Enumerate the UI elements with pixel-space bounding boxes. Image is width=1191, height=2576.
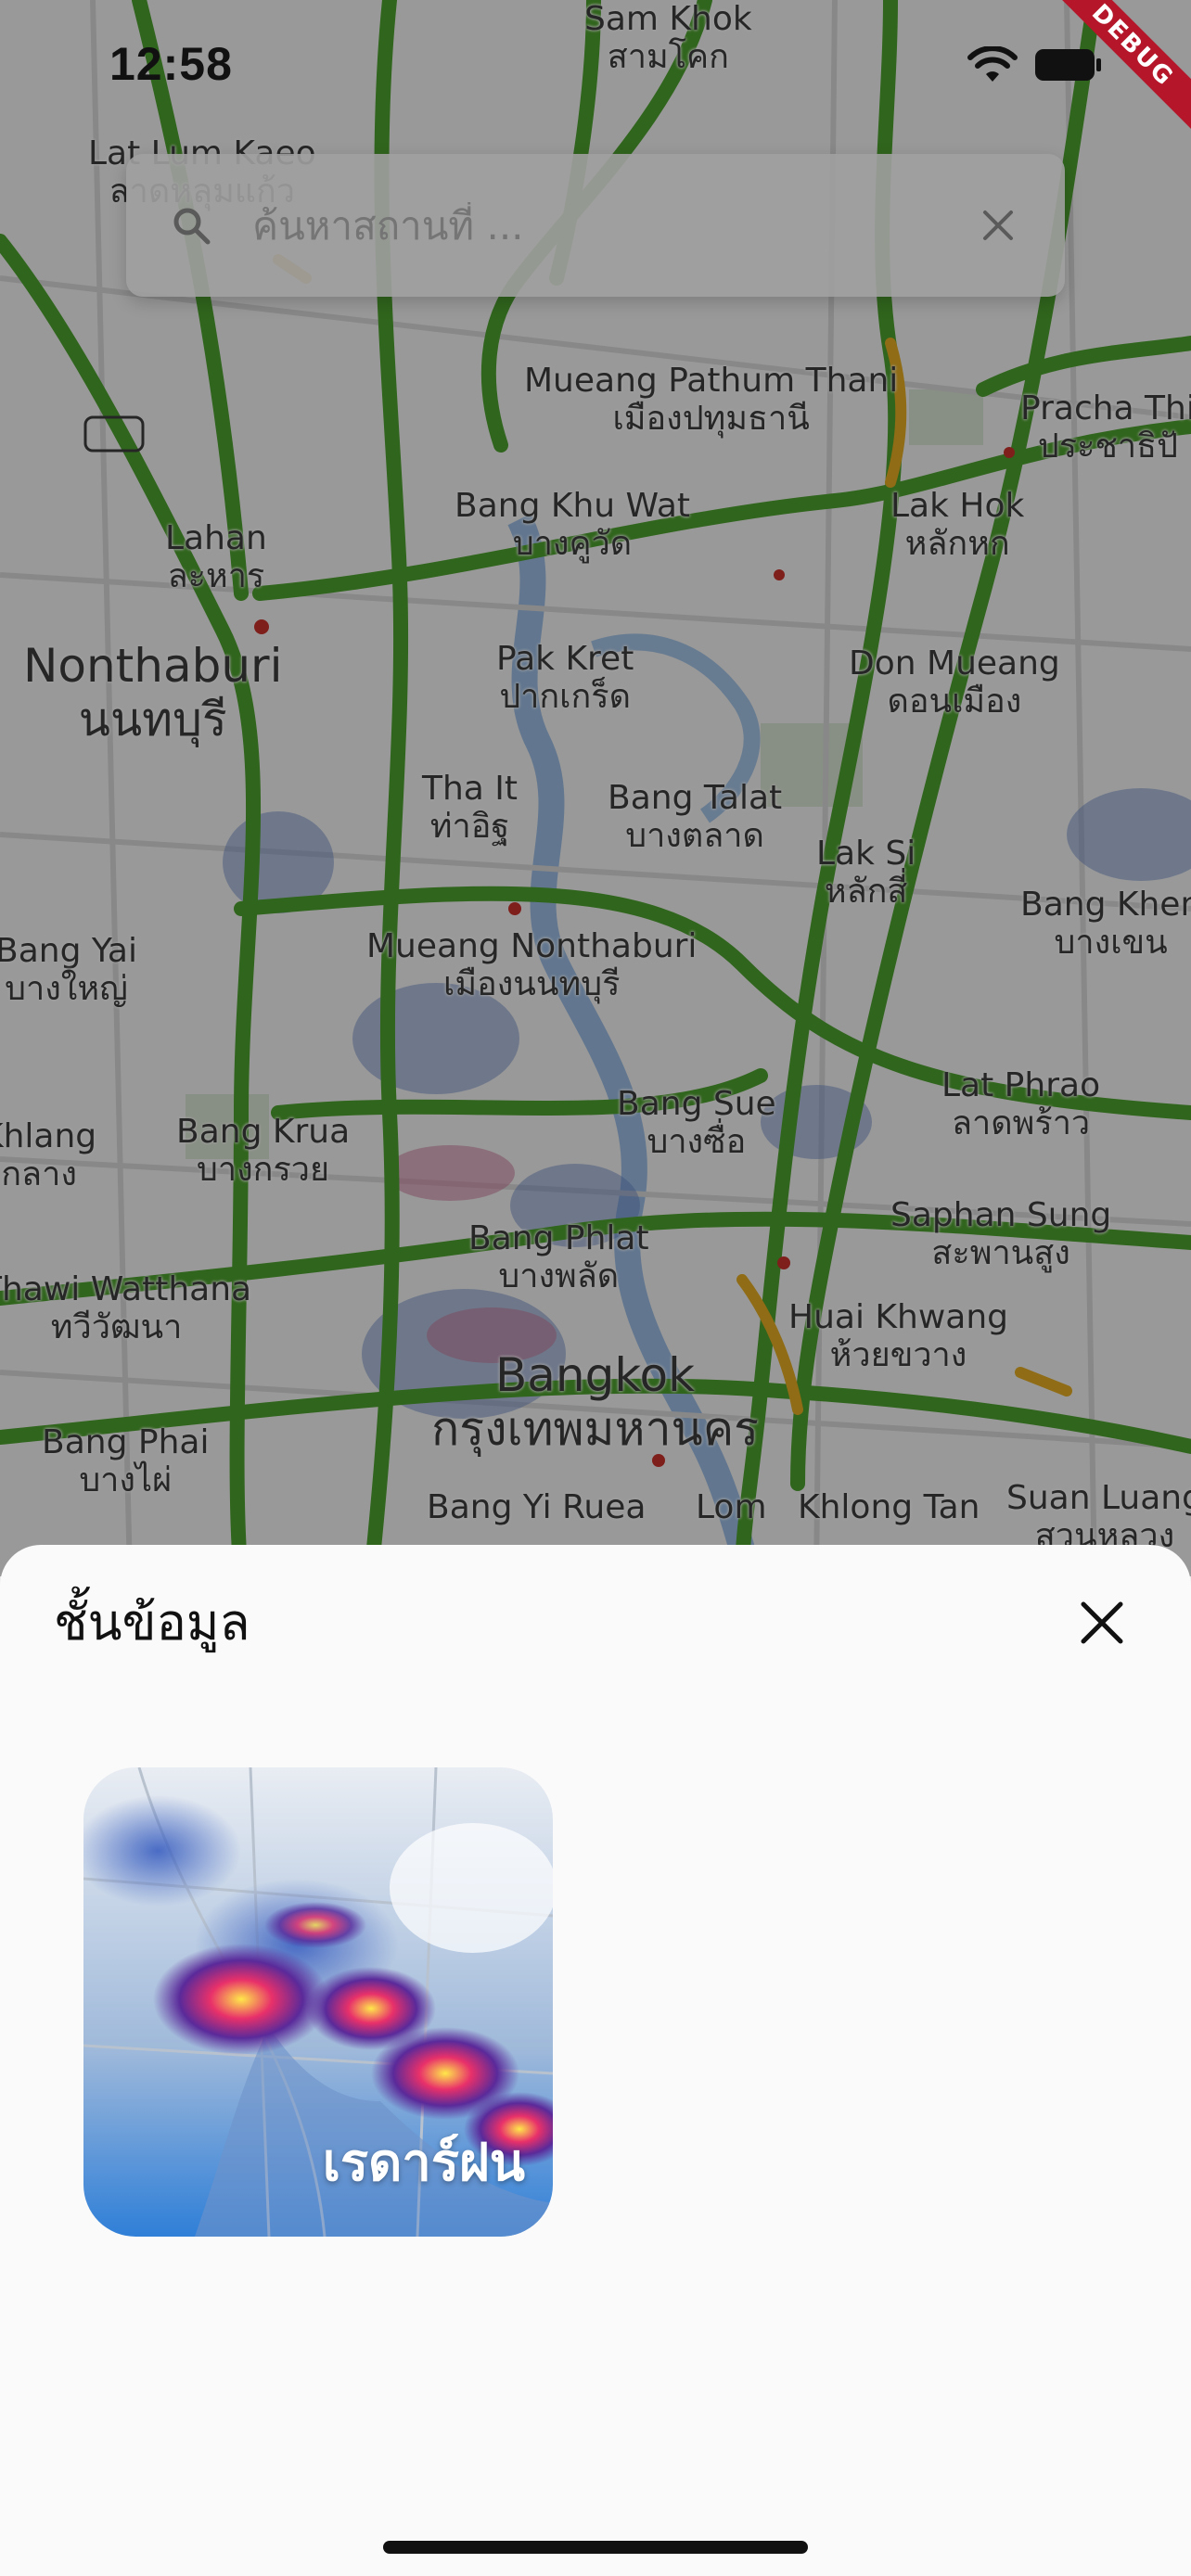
sheet-title: ชั้นข้อมูล bbox=[54, 1593, 250, 1651]
close-icon[interactable] bbox=[1076, 1597, 1128, 1649]
home-indicator bbox=[383, 2541, 808, 2554]
status-bar-icons bbox=[967, 46, 1103, 83]
wifi-icon bbox=[967, 46, 1018, 82]
layers-bottom-sheet: ชั้นข้อมูล เรดาร์ฝน bbox=[0, 1545, 1191, 2576]
search-icon bbox=[173, 208, 211, 245]
clear-icon[interactable] bbox=[978, 205, 1018, 246]
battery-icon bbox=[1035, 49, 1101, 81]
layer-card-rain-radar[interactable]: เรดาร์ฝน bbox=[83, 1767, 553, 2237]
search-input[interactable] bbox=[250, 201, 978, 249]
status-bar-time: 12:58 bbox=[109, 38, 233, 90]
layer-label: เรดาร์ฝน bbox=[322, 2133, 525, 2193]
search-bar[interactable] bbox=[126, 154, 1065, 297]
